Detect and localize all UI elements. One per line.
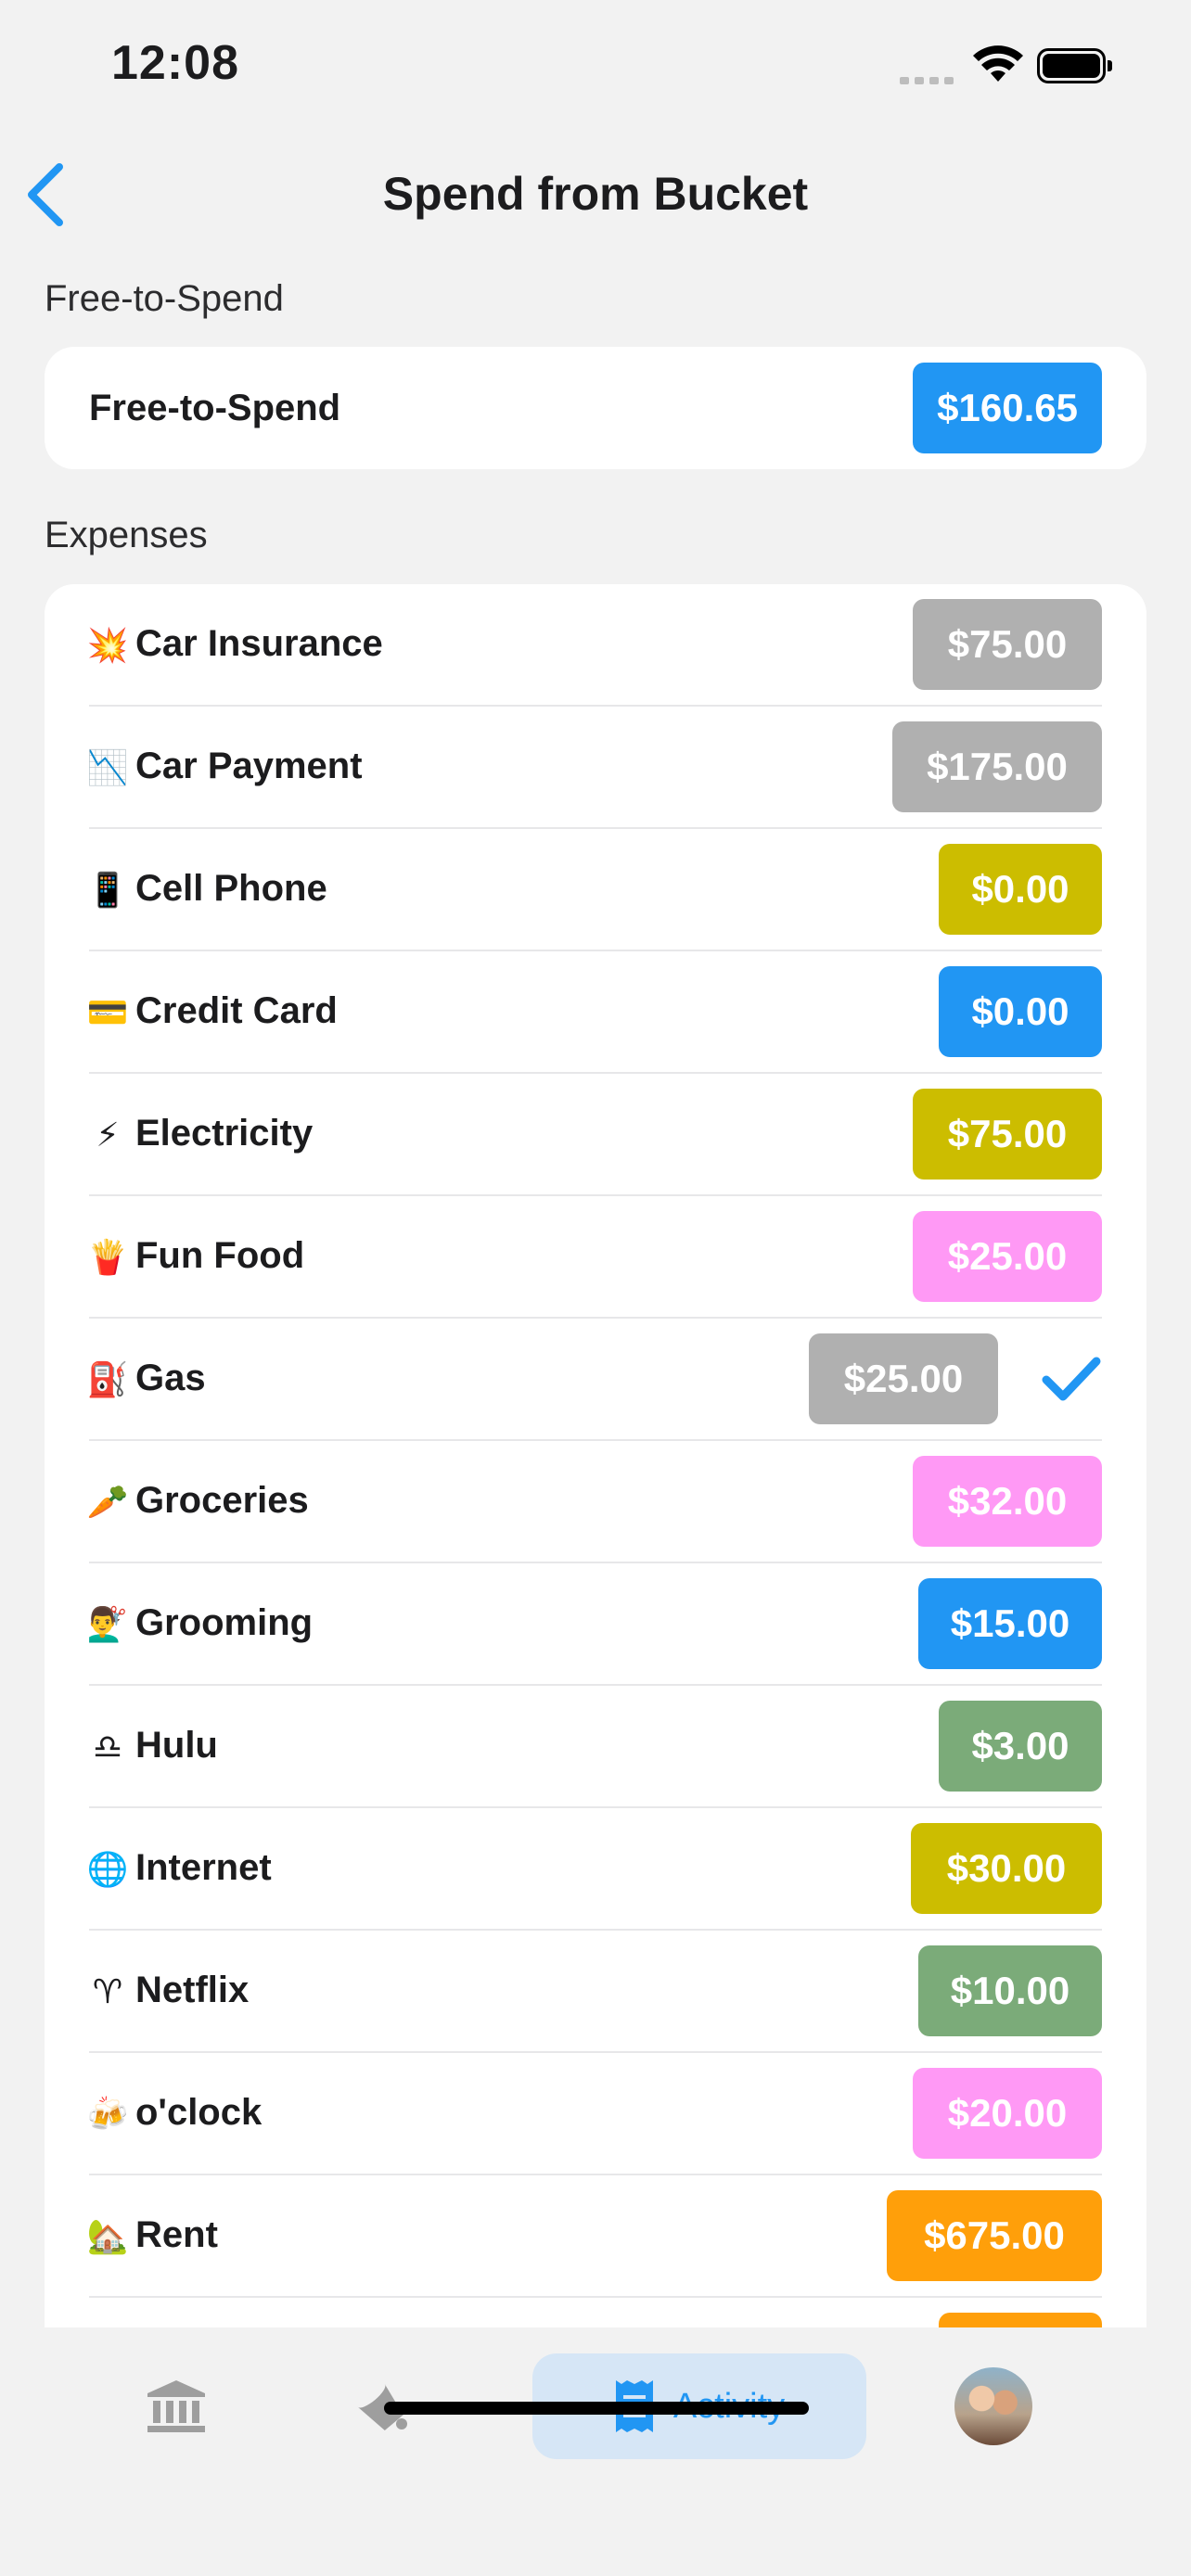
- tab-bar: Activity: [0, 2327, 1191, 2576]
- expense-amount-button[interactable]: $75.00: [913, 599, 1102, 690]
- expense-amount-button[interactable]: $10.00: [918, 1945, 1102, 2036]
- home-indicator: [384, 2402, 809, 2415]
- free-to-spend-amount-button[interactable]: $160.65: [913, 363, 1102, 453]
- free-to-spend-label: Free-to-Spend: [89, 388, 341, 428]
- tab-accounts[interactable]: [130, 2353, 223, 2459]
- expense-label: Credit Card: [135, 990, 338, 1031]
- expense-emoji-icon: 📉: [86, 748, 129, 786]
- expense-label: Gas: [135, 1358, 206, 1398]
- expense-amount-button[interactable]: $20.00: [913, 2068, 1102, 2159]
- expense-emoji-icon: ♎: [92, 1728, 123, 1766]
- expense-label: Car Payment: [135, 746, 363, 786]
- wifi-icon: [973, 45, 1023, 82]
- expense-amount-button[interactable]: $0.00: [939, 844, 1102, 935]
- expense-amount-button[interactable]: $675.00: [887, 2190, 1102, 2281]
- expense-label: Hulu: [135, 1725, 218, 1766]
- page-title: Spend from Bucket: [382, 168, 809, 220]
- navigation-bar: Spend from Bucket: [0, 148, 1191, 241]
- expense-amount-button[interactable]: $3.00: [939, 1701, 1102, 1792]
- expense-label: Internet: [135, 1847, 272, 1888]
- expense-emoji-icon: ♈: [92, 1972, 123, 2010]
- expense-amount-button[interactable]: $75.00: [913, 1089, 1102, 1180]
- expense-label: Rent: [135, 2214, 218, 2255]
- expenses-section-label: Expenses: [45, 515, 208, 555]
- expense-amount-button[interactable]: $25.00: [809, 1333, 998, 1424]
- expense-label: Cell Phone: [135, 868, 327, 909]
- expense-emoji-icon: ⚡: [96, 1116, 120, 1154]
- free-to-spend-section-label: Free-to-Spend: [45, 278, 284, 319]
- expense-label: Electricity: [135, 1113, 314, 1154]
- status-bar: 12:08: [0, 0, 1191, 139]
- expense-row[interactable]: 📱 Cell Phone $0.00: [45, 829, 1146, 951]
- expense-row[interactable]: 🍻 o'clock $20.00: [45, 2053, 1146, 2175]
- expense-row[interactable]: 🏡 Rent $675.00: [45, 2175, 1146, 2298]
- expense-emoji-icon: 🏡: [86, 2217, 129, 2255]
- expense-row[interactable]: 💥 Car Insurance $75.00: [45, 584, 1146, 707]
- expense-label: Groceries: [135, 1480, 309, 1521]
- expense-emoji-icon: ⛽: [86, 1360, 129, 1398]
- status-time: 12:08: [111, 36, 239, 90]
- expense-emoji-icon: 💥: [86, 626, 129, 664]
- expense-label: Fun Food: [135, 1235, 305, 1276]
- expense-amount-button[interactable]: $30.00: [911, 1823, 1102, 1914]
- expense-row[interactable]: 📉 Car Payment $175.00: [45, 707, 1146, 829]
- expense-amount-button[interactable]: $175.00: [892, 721, 1102, 812]
- expense-label: Netflix: [135, 1970, 250, 2010]
- expense-label: Grooming: [135, 1602, 314, 1643]
- expense-row[interactable]: ⛽ Gas $25.00: [45, 1319, 1146, 1441]
- expense-emoji-icon: 💳: [86, 993, 129, 1031]
- expense-amount-button[interactable]: $0.00: [939, 966, 1102, 1057]
- expense-row[interactable]: [45, 2298, 1146, 2327]
- bank-icon: [147, 2380, 205, 2432]
- expense-amount-button[interactable]: $25.00: [913, 1211, 1102, 1302]
- expense-amount-button[interactable]: $32.00: [913, 1456, 1102, 1547]
- expense-row[interactable]: ♎ Hulu $3.00: [45, 1686, 1146, 1808]
- expense-label: o'clock: [135, 2092, 263, 2133]
- expense-row[interactable]: 🍟 Fun Food $25.00: [45, 1196, 1146, 1319]
- expense-emoji-icon: 🍻: [86, 2095, 129, 2133]
- expense-amount-button[interactable]: [939, 2313, 1102, 2327]
- avatar: [954, 2367, 1032, 2445]
- expense-row[interactable]: ♈ Netflix $10.00: [45, 1931, 1146, 2053]
- free-to-spend-card: Free-to-Spend $160.65: [45, 347, 1146, 469]
- expense-row[interactable]: 💳 Credit Card $0.00: [45, 951, 1146, 1074]
- expense-emoji-icon: 🌐: [86, 1850, 129, 1888]
- tab-profile[interactable]: [952, 2353, 1035, 2459]
- expense-emoji-icon: 🍟: [86, 1238, 129, 1276]
- expenses-list: 💥 Car Insurance $75.00 📉 Car Payment $175.00 📱…: [45, 584, 1146, 2327]
- checkmark-icon: [1042, 1357, 1101, 1401]
- expense-row[interactable]: 🥕 Groceries $32.00: [45, 1441, 1146, 1563]
- expense-amount-button[interactable]: $15.00: [918, 1578, 1102, 1669]
- expense-label: Car Insurance: [135, 623, 383, 664]
- expense-emoji-icon: 🥕: [86, 1483, 129, 1521]
- expense-row[interactable]: 🌐 Internet $30.00: [45, 1808, 1146, 1931]
- expense-emoji-icon: 💇‍♂️: [86, 1605, 129, 1643]
- signal-icon: [900, 72, 959, 89]
- battery-icon: [1037, 48, 1112, 83]
- expense-row[interactable]: ⚡ Electricity $75.00: [45, 1074, 1146, 1196]
- expense-emoji-icon: 📱: [86, 871, 129, 909]
- expense-row[interactable]: 💇‍♂️ Grooming $15.00: [45, 1563, 1146, 1686]
